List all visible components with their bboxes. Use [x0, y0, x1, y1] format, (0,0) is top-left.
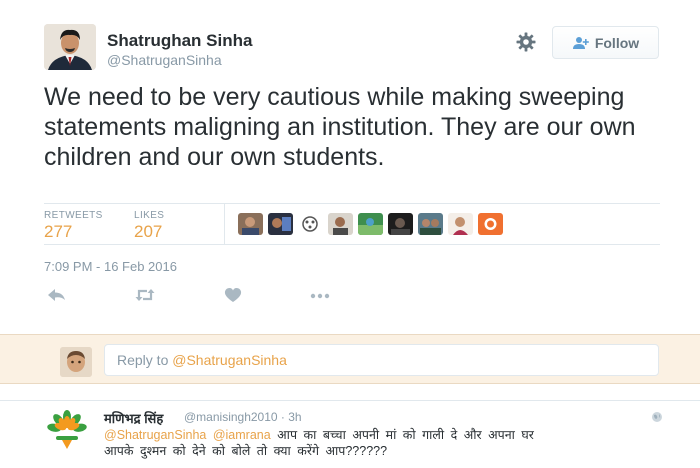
reply-author-name[interactable]: मणिभद्र सिंह: [104, 409, 163, 427]
reply-mention-1[interactable]: @ShatruganSinha: [104, 428, 206, 442]
retweets-count: 277: [44, 222, 73, 241]
tweet-actions: [44, 284, 344, 306]
liker-avatar[interactable]: [268, 213, 293, 235]
author-name[interactable]: Shatrughan Sinha: [107, 31, 252, 51]
liker-avatar[interactable]: [298, 213, 323, 235]
author-handle[interactable]: @ShatruganSinha: [107, 52, 222, 68]
reply-tweet: मणिभद्र सिंह @manisingh2010 · 3h @Shatru…: [0, 400, 700, 468]
globe-icon: [651, 410, 663, 422]
tweet-card: Shatrughan Sinha @ShatruganSinha Follow …: [0, 0, 700, 333]
reply-text-line2: आपके दुश्मन को देने को बोले तो क्या करें…: [104, 444, 388, 458]
reply-author-avatar[interactable]: [46, 409, 88, 451]
liker-avatar[interactable]: [358, 213, 383, 235]
liker-avatar[interactable]: [478, 213, 503, 235]
user-avatar[interactable]: [60, 347, 92, 377]
more-icon[interactable]: [309, 286, 331, 304]
reply-input[interactable]: Reply to @ShatruganSinha: [104, 344, 659, 376]
tweet-timestamp[interactable]: 7:09 PM - 16 Feb 2016: [44, 259, 177, 274]
author-avatar[interactable]: [44, 24, 96, 70]
retweet-icon[interactable]: [134, 286, 156, 304]
likes-label: LIKES: [134, 210, 165, 221]
tweet-text: We need to be very cautious while making…: [44, 83, 636, 171]
stats-divider: [224, 204, 225, 244]
liker-avatars: [238, 213, 503, 235]
reply-text-line1: आप का बच्चा अपनी मां को गाली दे और अपना …: [277, 428, 534, 442]
liker-avatar[interactable]: [448, 213, 473, 235]
reply-mention: @ShatruganSinha: [172, 352, 287, 368]
reply-icon[interactable]: [46, 286, 68, 304]
liker-avatar[interactable]: [388, 213, 413, 235]
liker-avatar[interactable]: [238, 213, 263, 235]
retweets-stat[interactable]: RETWEETS 277: [44, 210, 103, 242]
tweet-stats: RETWEETS 277 LIKES 207: [44, 203, 660, 245]
like-icon[interactable]: [222, 286, 244, 304]
reply-bar: Reply to @ShatruganSinha: [0, 334, 700, 384]
reply-author-handle[interactable]: @manisingh2010 · 3h: [184, 410, 302, 424]
likes-count: 207: [134, 222, 163, 241]
reply-text: @ShatruganSinha @iamrana आप का बच्चा अपन…: [104, 427, 644, 459]
reply-prefix: Reply to: [117, 352, 173, 368]
likes-stat[interactable]: LIKES 207: [134, 210, 164, 242]
retweets-label: RETWEETS: [44, 210, 103, 221]
reply-mention-2[interactable]: @iamrana: [213, 428, 271, 442]
follow-button[interactable]: Follow: [552, 26, 659, 59]
liker-avatar[interactable]: [328, 213, 353, 235]
gear-icon[interactable]: [515, 31, 537, 53]
liker-avatar[interactable]: [418, 213, 443, 235]
person-plus-icon: [572, 36, 589, 49]
follow-label: Follow: [594, 34, 640, 51]
